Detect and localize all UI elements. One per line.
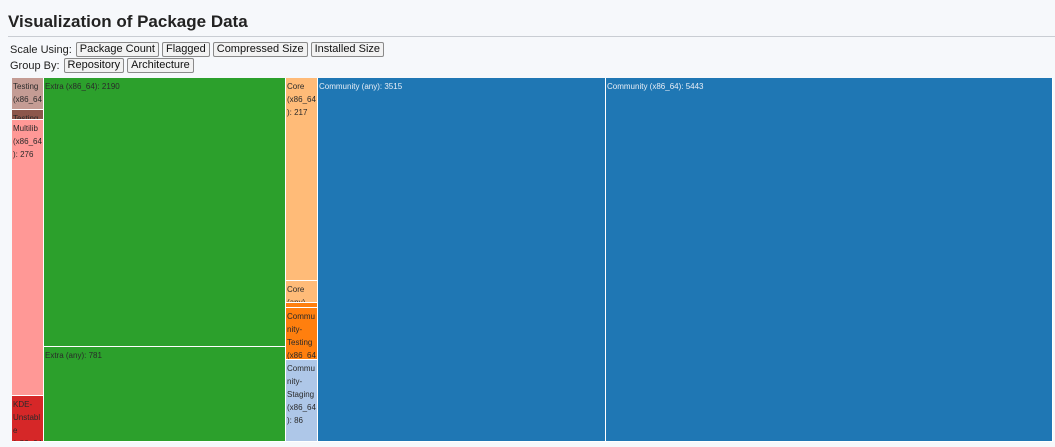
treemap-tile[interactable]: Core (any) bbox=[286, 281, 318, 303]
treemap-tile[interactable]: Community bbox=[286, 303, 318, 308]
title-divider bbox=[8, 36, 1055, 37]
scale-compressed-size-button[interactable]: Compressed Size bbox=[212, 42, 308, 57]
page-title: Visualization of Package Data bbox=[8, 12, 248, 31]
treemap-tile-label: Core (x86_64): 217 bbox=[287, 82, 316, 117]
treemap-tile[interactable]: KDE-Unstable (x86_64) bbox=[12, 396, 44, 442]
treemap-tile[interactable]: Community (any): 3515 bbox=[318, 78, 606, 442]
treemap-tile-label: Community (x86_64): 5443 bbox=[607, 82, 704, 91]
scale-label: Scale Using: bbox=[10, 43, 72, 56]
group-repository-button[interactable]: Repository bbox=[63, 58, 125, 73]
treemap-tile-label: Extra (any): 781 bbox=[45, 351, 102, 360]
scale-flagged-button[interactable]: Flagged bbox=[161, 42, 210, 57]
treemap-tile-label: Extra (x86_64): 2190 bbox=[45, 82, 120, 91]
scale-controls: Scale Using: Package Count Flagged Compr… bbox=[10, 42, 385, 57]
treemap-tile[interactable]: Community-Staging (x86_64): 86 bbox=[286, 360, 318, 442]
treemap-tile-label: KDE-Unstable (x86_64) bbox=[13, 400, 42, 441]
treemap-tile[interactable]: Testing (x86_64) bbox=[12, 78, 44, 110]
treemap-tile-label: Community bbox=[287, 305, 316, 307]
scale-installed-size-button[interactable]: Installed Size bbox=[310, 42, 385, 57]
package-treemap: Community (x86_64): 5443 Community (any):… bbox=[12, 78, 1053, 442]
treemap-tile-label: Multilib (x86_64): 276 bbox=[13, 124, 42, 159]
treemap-tile[interactable]: Core (x86_64): 217 bbox=[286, 78, 318, 281]
treemap-tile-label: Testing (x86_64) bbox=[13, 82, 42, 109]
treemap-tile[interactable]: Extra (any): 781 bbox=[44, 347, 286, 442]
treemap-tile[interactable]: Extra (x86_64): 2190 bbox=[44, 78, 286, 347]
scale-package-count-button[interactable]: Package Count bbox=[75, 42, 159, 57]
group-controls: Group By: Repository Architecture bbox=[10, 58, 194, 73]
treemap-tile-label: Community-Testing (x86_64): 54 bbox=[287, 312, 316, 360]
treemap-tile-label: Community-Staging (x86_64): 86 bbox=[287, 364, 316, 425]
treemap-tile[interactable]: Multilib (x86_64): 276 bbox=[12, 120, 44, 396]
treemap-tile[interactable]: Community (x86_64): 5443 bbox=[606, 78, 1053, 442]
visualization-page: Visualization of Package Data Scale Usin… bbox=[0, 0, 1055, 447]
treemap-tile[interactable]: Testing bbox=[12, 110, 44, 120]
treemap-tile-label: Testing bbox=[13, 114, 39, 120]
treemap-tile-label: Core (any) bbox=[287, 285, 306, 303]
treemap-tile-label: Community (any): 3515 bbox=[319, 82, 403, 91]
group-label: Group By: bbox=[10, 59, 60, 72]
treemap-tile[interactable]: Community-Testing (x86_64): 54 bbox=[286, 308, 318, 360]
group-architecture-button[interactable]: Architecture bbox=[127, 58, 194, 73]
